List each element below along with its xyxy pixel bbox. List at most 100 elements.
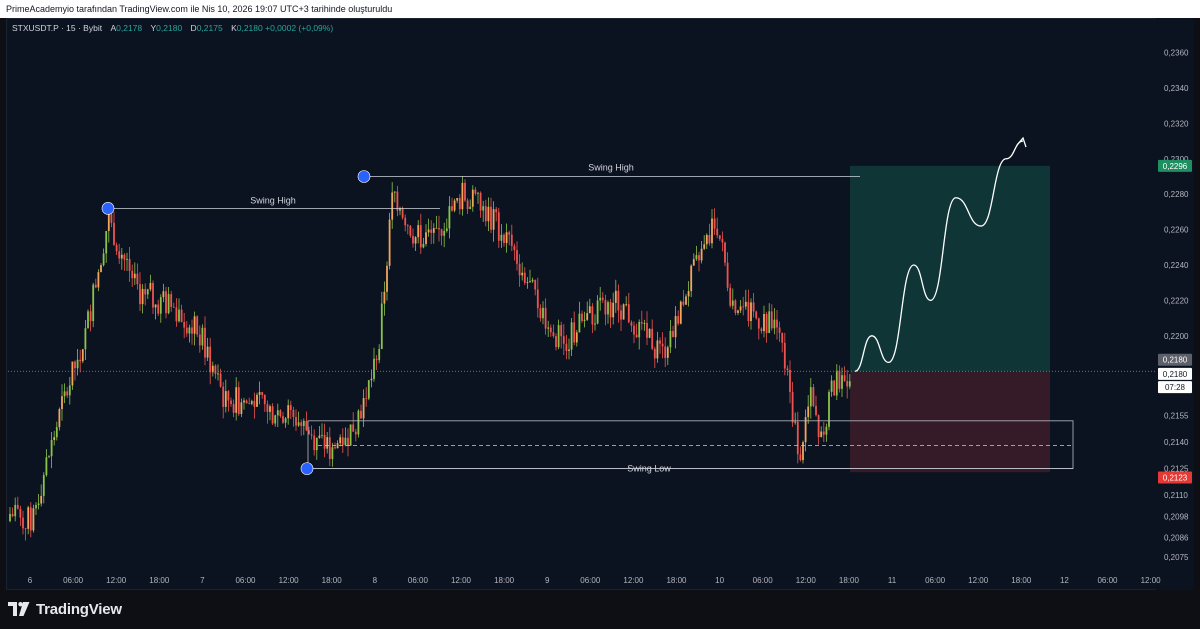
candle-body [40, 495, 43, 504]
candle-body [687, 291, 690, 297]
candle-body [253, 400, 256, 407]
candle-body [250, 400, 253, 405]
tradingview-logo[interactable]: TradingView [8, 599, 122, 619]
candle-body [838, 370, 841, 389]
candle-body [760, 328, 763, 332]
candle-body [703, 244, 706, 249]
time-axis-label: 12:00 [796, 576, 817, 585]
candle-body [830, 380, 833, 392]
candle-body [422, 243, 425, 248]
candle-body [263, 394, 266, 405]
candle-body [105, 231, 108, 254]
price-axis-label: 0,2280 [1164, 190, 1189, 199]
candle-body [279, 410, 282, 417]
candle-body [627, 304, 630, 323]
candle-body [107, 213, 110, 232]
candle-body [206, 346, 209, 358]
candle-body [100, 265, 102, 273]
candle-body [578, 313, 581, 333]
candle-body [292, 410, 295, 418]
candle-body [118, 251, 121, 259]
candle-body [789, 369, 791, 392]
candle-body [523, 272, 526, 283]
candle-body [37, 503, 40, 505]
candle-body [643, 322, 646, 324]
candle-body [739, 306, 742, 311]
candle-body [321, 434, 323, 436]
candle-body [110, 213, 113, 223]
candle-body [544, 307, 547, 329]
candle-body [518, 263, 521, 276]
candle-body [822, 431, 825, 435]
candle-body [45, 457, 48, 476]
candle-body [542, 307, 544, 319]
time-axis-label: 06:00 [580, 576, 601, 585]
candle-body [24, 528, 27, 530]
candle-body [227, 391, 230, 401]
candle-body [841, 375, 843, 389]
candle-body [508, 232, 511, 235]
candle-body [734, 300, 737, 313]
price-axis-label: 0,2086 [1164, 534, 1189, 543]
candle-body [237, 387, 240, 414]
candle-body [336, 443, 339, 449]
candle-body [765, 314, 768, 334]
candle-body [349, 424, 352, 446]
candle-body [526, 282, 529, 284]
candle-body [487, 206, 490, 222]
projection-arrow-head [1016, 136, 1027, 148]
candle-body [144, 288, 147, 295]
candle-body [609, 302, 612, 318]
swing-high-left-label: Swing High [250, 195, 296, 205]
candle-body [557, 325, 560, 348]
swing-high-right-marker [357, 170, 371, 183]
candle-body [445, 228, 448, 231]
candle-body [427, 229, 430, 233]
candle-body [835, 370, 838, 396]
candle-body [700, 248, 703, 261]
candle-body [690, 265, 693, 292]
candle-body [596, 300, 599, 324]
candle-body [713, 218, 716, 229]
candle-body [282, 416, 284, 423]
candle-body [139, 284, 141, 305]
candle-body [232, 403, 235, 413]
candle-body [648, 328, 651, 338]
candle-body [809, 387, 812, 407]
candle-body [705, 234, 708, 245]
candle-body [661, 343, 664, 347]
candle-body [406, 225, 409, 227]
candle-body [35, 504, 37, 509]
price-axis-label: 0,2360 [1164, 49, 1189, 58]
price-chart[interactable]: Swing High Swing High Swing Low 0,2360 0,23… [0, 0, 1200, 629]
candle-body [682, 301, 685, 305]
candle-body [94, 284, 97, 288]
candle-body [471, 189, 474, 207]
candle-body [653, 348, 656, 359]
candle-body [770, 311, 773, 329]
candle-body [656, 340, 659, 359]
candle-body [48, 456, 50, 458]
candle-body [219, 373, 222, 387]
candle-body [380, 303, 383, 350]
candle-body [14, 504, 17, 517]
candle-body [141, 288, 144, 305]
candle-body [846, 380, 849, 387]
candle-body [68, 385, 71, 396]
candle-body [123, 254, 126, 260]
candle-body [230, 400, 232, 404]
candle-body [201, 327, 204, 346]
candle-body [214, 365, 217, 374]
candle-body [414, 237, 417, 244]
candle-body [261, 392, 264, 395]
candle-body [183, 321, 186, 328]
candle-body [503, 234, 505, 244]
candle-body [217, 373, 219, 375]
candle-body [274, 415, 277, 424]
candle-body [573, 322, 576, 343]
candle-body [224, 391, 227, 407]
candle-body [781, 332, 784, 343]
candle-body [607, 302, 609, 315]
symbol-legend: STXUSDT.P · 15 · Bybit A0,2178 Y0,2180 D… [12, 23, 333, 33]
candle-body [565, 343, 568, 351]
